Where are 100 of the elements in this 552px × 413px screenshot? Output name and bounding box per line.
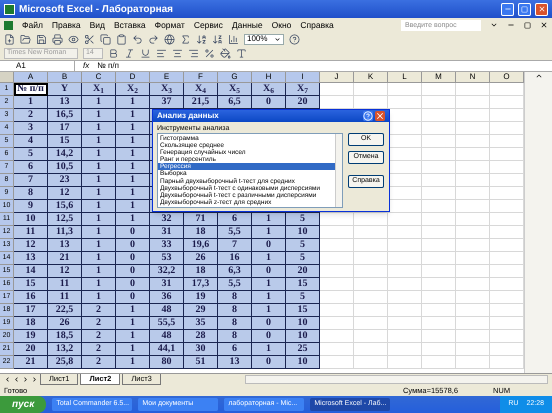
redo-icon[interactable] — [148, 34, 159, 44]
column-header[interactable]: I — [286, 72, 320, 83]
menu-item[interactable]: Справка — [300, 18, 334, 32]
first-sheet-icon[interactable] — [4, 376, 11, 383]
function-label[interactable]: fx — [75, 60, 98, 72]
table-cell: 1 — [116, 96, 150, 109]
column-header[interactable]: B — [48, 72, 82, 83]
table-cell: 80 — [150, 356, 184, 369]
table-cell — [388, 356, 422, 369]
underline-icon[interactable] — [140, 48, 151, 58]
undo-icon[interactable] — [132, 34, 143, 44]
start-button[interactable]: пуск — [0, 396, 46, 413]
table-cell — [320, 343, 354, 356]
close-icon[interactable] — [540, 21, 548, 29]
column-header[interactable]: L — [388, 72, 422, 83]
bold-icon[interactable] — [108, 48, 119, 58]
sigma-icon[interactable] — [180, 34, 191, 44]
menu-item[interactable]: Файл — [22, 18, 43, 32]
close-icon[interactable] — [375, 111, 385, 121]
menu-item[interactable]: Сервис — [194, 18, 223, 32]
column-header[interactable]: J — [320, 72, 354, 83]
table-cell — [422, 239, 456, 252]
globe-icon[interactable] — [164, 34, 175, 44]
column-header[interactable]: F — [184, 72, 218, 83]
column-header[interactable]: E — [150, 72, 184, 83]
previous-sheet-icon[interactable] — [13, 376, 20, 383]
sort-descending-icon[interactable] — [212, 34, 223, 44]
sort-ascending-icon[interactable] — [196, 34, 207, 44]
align-left-icon[interactable] — [156, 48, 167, 58]
column-header[interactable]: M — [422, 72, 456, 83]
table-cell: 32 — [150, 213, 184, 226]
table-cell: 53 — [150, 252, 184, 265]
restore-icon[interactable] — [524, 22, 531, 28]
table-cell: 5,5 — [218, 226, 252, 239]
table-cell: 10 — [286, 330, 320, 343]
table-cell: 44,1 — [150, 343, 184, 356]
table-cell: 20 — [286, 96, 320, 109]
next-sheet-icon[interactable] — [22, 376, 29, 383]
help-icon[interactable] — [289, 34, 300, 44]
table-cell — [422, 109, 456, 122]
menu-item[interactable]: Вид — [90, 18, 106, 32]
column-header[interactable]: A — [14, 72, 48, 83]
table-cell: 1 — [14, 96, 48, 109]
tool-list[interactable] — [157, 133, 343, 208]
align-center-icon[interactable] — [172, 48, 183, 58]
last-sheet-icon[interactable] — [31, 376, 38, 383]
table-cell — [490, 161, 524, 174]
clipboard-icon[interactable] — [116, 34, 127, 44]
menu-item[interactable]: Правка — [52, 18, 81, 32]
table-cell — [388, 148, 422, 161]
table-cell: 0 — [116, 226, 150, 239]
table-cell: 8 — [218, 291, 252, 304]
table-cell: 10,5 — [48, 161, 82, 174]
menu-item[interactable]: Данные — [232, 18, 263, 32]
dropdown-icon[interactable] — [490, 21, 498, 29]
minimize-button[interactable] — [501, 2, 514, 16]
table-cell — [320, 239, 354, 252]
table-cell: 13 — [48, 96, 82, 109]
menu-item[interactable]: Вставка — [114, 18, 146, 32]
save-icon[interactable] — [36, 34, 47, 44]
menu-item[interactable]: Окно — [272, 18, 292, 32]
italic-icon[interactable] — [124, 48, 135, 58]
horizontal-scrollbar[interactable] — [244, 375, 548, 384]
table-cell: 10 — [286, 226, 320, 239]
column-header[interactable]: G — [218, 72, 252, 83]
formula-field[interactable]: № п/п — [97, 60, 119, 72]
copy-icon[interactable] — [100, 34, 111, 44]
fill-color-icon[interactable] — [220, 48, 231, 58]
close-button[interactable] — [535, 2, 548, 16]
table-cell: 1 — [252, 278, 286, 291]
align-right-icon[interactable] — [188, 48, 199, 58]
zoom-dropdown[interactable]: 100% — [244, 34, 284, 44]
table-cell: 1 — [82, 148, 116, 161]
table-cell: 15 — [286, 304, 320, 317]
folder-icon[interactable] — [20, 34, 31, 44]
column-header[interactable]: O — [490, 72, 524, 83]
table-cell — [422, 161, 456, 174]
menu-item[interactable]: Формат — [154, 18, 185, 32]
column-header[interactable]: K — [354, 72, 388, 83]
table-cell — [354, 343, 388, 356]
font-color-icon[interactable] — [236, 48, 247, 58]
column-header[interactable]: H — [252, 72, 286, 83]
chart-icon[interactable] — [228, 34, 239, 44]
percent-icon[interactable] — [204, 48, 215, 58]
table-cell: 1 — [116, 148, 150, 161]
table-cell — [388, 161, 422, 174]
column-header[interactable]: D — [116, 72, 150, 83]
scroll-up-icon[interactable] — [534, 72, 542, 80]
column-header[interactable]: C — [82, 72, 116, 83]
table-cell: 1 — [82, 96, 116, 109]
name-box[interactable]: A1 — [0, 61, 75, 71]
column-header[interactable]: N — [456, 72, 490, 83]
scissors-icon[interactable] — [84, 34, 95, 44]
table-cell: 0 — [252, 317, 286, 330]
list-scrollbar[interactable] — [335, 134, 342, 207]
restore-button[interactable] — [518, 2, 531, 16]
vertical-scrollbar[interactable] — [524, 72, 552, 373]
printer-icon[interactable] — [52, 34, 63, 44]
new-file-icon[interactable] — [4, 34, 15, 44]
preview-icon[interactable] — [68, 34, 79, 44]
